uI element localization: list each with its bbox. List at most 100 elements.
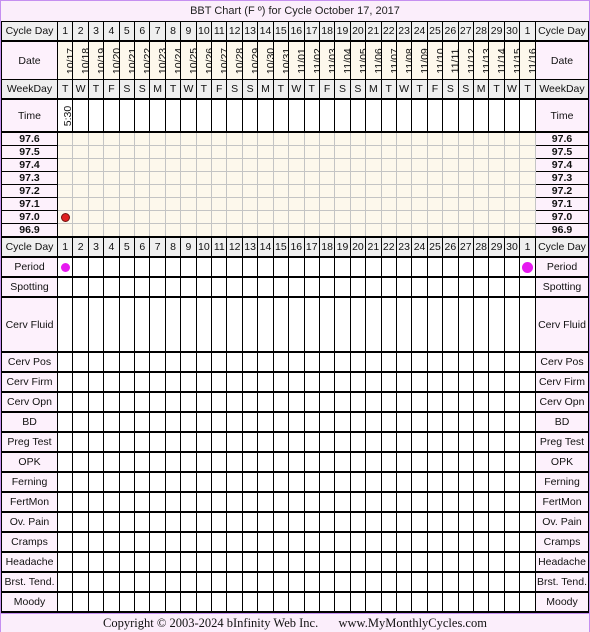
cerv-firm-cell[interactable] [503, 371, 521, 393]
temp-cell[interactable] [503, 158, 521, 172]
preg-test-cell[interactable] [272, 431, 290, 453]
temp-cell[interactable] [56, 197, 74, 211]
headache-cell[interactable] [272, 551, 290, 573]
temp-cell[interactable] [134, 131, 151, 146]
preg-test-cell[interactable] [380, 431, 397, 453]
temp-cell[interactable] [180, 223, 197, 238]
cerv-opn-cell[interactable] [349, 391, 367, 413]
bd-cell[interactable] [103, 411, 120, 433]
cerv-pos-cell[interactable] [442, 351, 459, 373]
period-cell[interactable] [488, 256, 505, 278]
spotting-cell[interactable] [226, 276, 243, 298]
ferning-cell[interactable] [134, 471, 151, 493]
cerv-fluid-cell[interactable] [87, 296, 105, 353]
period-cell[interactable] [149, 256, 166, 278]
fertmon-cell[interactable] [349, 491, 367, 513]
site-link[interactable]: www.MyMonthlyCycles.com [338, 616, 487, 630]
headache-cell[interactable] [118, 551, 136, 573]
fertmon-cell[interactable] [442, 491, 459, 513]
temp-cell[interactable] [380, 145, 397, 159]
spotting-cell[interactable] [103, 276, 120, 298]
cramps-cell[interactable] [195, 531, 213, 553]
fertmon-cell[interactable] [457, 491, 474, 513]
time-cell[interactable] [380, 98, 397, 133]
cerv-firm-cell[interactable] [519, 371, 536, 393]
ov-pain-cell[interactable] [56, 511, 74, 533]
temp-cell[interactable] [318, 158, 336, 172]
temp-cell[interactable] [134, 197, 151, 211]
temp-cell[interactable] [241, 197, 259, 211]
cramps-cell[interactable] [241, 531, 259, 553]
temp-cell[interactable] [164, 131, 182, 146]
bd-cell[interactable] [149, 411, 166, 433]
temp-cell[interactable] [411, 145, 428, 159]
cerv-fluid-cell[interactable] [72, 296, 89, 353]
temp-cell[interactable] [303, 223, 320, 238]
ferning-cell[interactable] [211, 471, 228, 493]
bd-cell[interactable] [472, 411, 490, 433]
cerv-pos-cell[interactable] [395, 351, 413, 373]
temp-cell[interactable] [149, 210, 166, 224]
temp-cell[interactable] [303, 184, 320, 198]
temp-cell[interactable] [211, 131, 228, 146]
temp-cell[interactable] [380, 158, 397, 172]
cerv-firm-cell[interactable] [457, 371, 474, 393]
bd-cell[interactable] [87, 411, 105, 433]
cerv-opn-cell[interactable] [118, 391, 136, 413]
preg-test-cell[interactable] [442, 431, 459, 453]
headache-cell[interactable] [349, 551, 367, 573]
cramps-cell[interactable] [488, 531, 505, 553]
period-cell[interactable] [103, 256, 120, 278]
temp-cell[interactable] [195, 171, 213, 185]
brst-tend-cell[interactable] [164, 571, 182, 593]
ferning-cell[interactable] [195, 471, 213, 493]
cerv-pos-cell[interactable] [164, 351, 182, 373]
moody-cell[interactable] [103, 591, 120, 613]
fertmon-cell[interactable] [257, 491, 274, 513]
cramps-cell[interactable] [457, 531, 474, 553]
preg-test-cell[interactable] [426, 431, 444, 453]
cerv-pos-cell[interactable] [472, 351, 490, 373]
preg-test-cell[interactable] [334, 431, 351, 453]
temp-cell[interactable] [149, 171, 166, 185]
ov-pain-cell[interactable] [149, 511, 166, 533]
temp-cell[interactable] [72, 197, 89, 211]
opk-cell[interactable] [195, 451, 213, 473]
ferning-cell[interactable] [103, 471, 120, 493]
temp-cell[interactable] [395, 131, 413, 146]
period-cell[interactable] [87, 256, 105, 278]
temp-cell[interactable] [488, 131, 505, 146]
temp-cell[interactable] [519, 223, 536, 238]
temp-cell[interactable] [272, 223, 290, 238]
temp-cell[interactable] [257, 210, 274, 224]
temp-cell[interactable] [241, 223, 259, 238]
cerv-opn-cell[interactable] [503, 391, 521, 413]
time-cell[interactable] [426, 98, 444, 133]
cramps-cell[interactable] [318, 531, 336, 553]
temp-cell[interactable] [87, 210, 105, 224]
temp-cell[interactable] [180, 171, 197, 185]
cerv-pos-cell[interactable] [426, 351, 444, 373]
temp-cell[interactable] [519, 145, 536, 159]
cerv-opn-cell[interactable] [226, 391, 243, 413]
temp-cell[interactable] [288, 197, 305, 211]
temp-cell[interactable] [519, 158, 536, 172]
spotting-cell[interactable] [164, 276, 182, 298]
temp-cell[interactable] [411, 210, 428, 224]
opk-cell[interactable] [349, 451, 367, 473]
temp-cell[interactable] [56, 158, 74, 172]
brst-tend-cell[interactable] [134, 571, 151, 593]
temp-cell[interactable] [56, 145, 74, 159]
temp-cell[interactable] [288, 171, 305, 185]
temp-cell[interactable] [334, 210, 351, 224]
temp-cell[interactable] [241, 145, 259, 159]
fertmon-cell[interactable] [488, 491, 505, 513]
fertmon-cell[interactable] [226, 491, 243, 513]
temp-cell[interactable] [56, 223, 74, 238]
temp-cell[interactable] [272, 131, 290, 146]
cramps-cell[interactable] [349, 531, 367, 553]
temp-cell[interactable] [257, 145, 274, 159]
cerv-opn-cell[interactable] [134, 391, 151, 413]
temp-cell[interactable] [411, 158, 428, 172]
temp-cell[interactable] [257, 158, 274, 172]
